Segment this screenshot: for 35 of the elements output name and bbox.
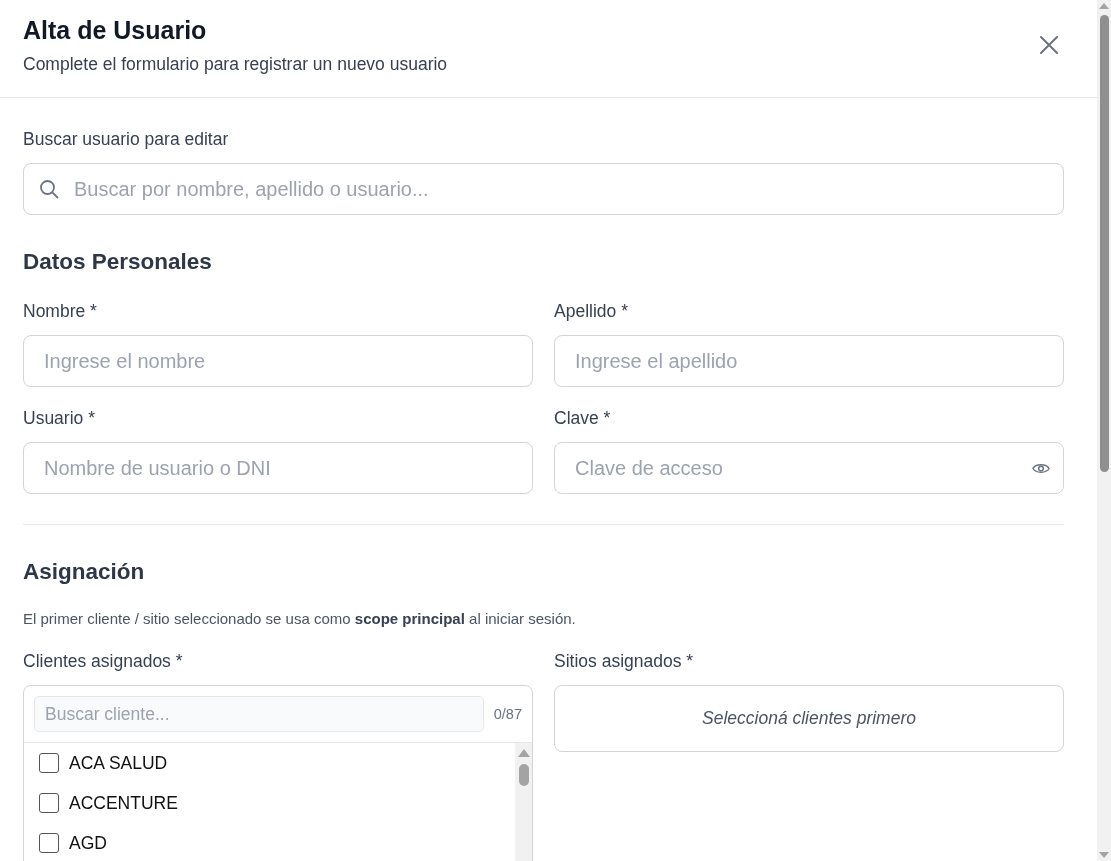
client-name[interactable]: AGD: [69, 832, 107, 854]
dialog-subtitle: Complete el formulario para registrar un nuevo usuario: [23, 53, 448, 76]
field-label: Sitios asignados *: [554, 650, 694, 673]
eye-icon[interactable]: [1032, 462, 1050, 475]
assignment-note: El primer cliente / sitio seleccionado se usa como scope principal al iniciar sesión.: [23, 609, 577, 629]
field-label: Clientes asignados *: [23, 650, 183, 673]
client-name[interactable]: ACCENTURE: [69, 792, 178, 814]
client-search-field[interactable]: Buscar cliente...: [34, 696, 484, 732]
client-name[interactable]: ACA SALUD: [69, 752, 168, 774]
page-scrollbar[interactable]: [1097, 0, 1111, 861]
field-label: Apellido *: [554, 300, 628, 323]
scrollbar-thumb[interactable]: [518, 764, 529, 786]
scroll-up-icon[interactable]: [1099, 3, 1109, 9]
input-field[interactable]: Nombre de usuario o DNI: [23, 442, 533, 494]
scroll-up-icon[interactable]: [517, 749, 530, 757]
password-field[interactable]: Clave de acceso: [554, 442, 1064, 494]
field-label: Usuario *: [23, 407, 95, 430]
empty-message: Seleccioná clientes primero: [702, 708, 916, 729]
checkbox[interactable]: [39, 793, 59, 813]
section-heading: Datos Personales: [23, 248, 213, 276]
selection-count: 0/87: [493, 705, 522, 723]
scrollbar-thumb[interactable]: [1099, 15, 1109, 472]
dialog-title: Alta de Usuario: [23, 15, 208, 45]
field-label: Nombre *: [23, 300, 97, 323]
checkbox[interactable]: [39, 753, 59, 773]
input-field[interactable]: Ingrese el nombre: [23, 335, 533, 387]
search-field[interactable]: Buscar por nombre, apellido o usuario...: [23, 163, 1064, 215]
search-icon: [39, 179, 59, 199]
close-icon: [1040, 36, 1058, 54]
scroll-down-icon[interactable]: [1099, 852, 1109, 858]
input-field[interactable]: Ingrese el apellido: [554, 335, 1064, 387]
checkbox[interactable]: [39, 833, 59, 853]
section-heading: Asignación: [23, 558, 146, 586]
field-label: Clave *: [554, 407, 611, 430]
field-label: Buscar usuario para editar: [23, 128, 229, 151]
